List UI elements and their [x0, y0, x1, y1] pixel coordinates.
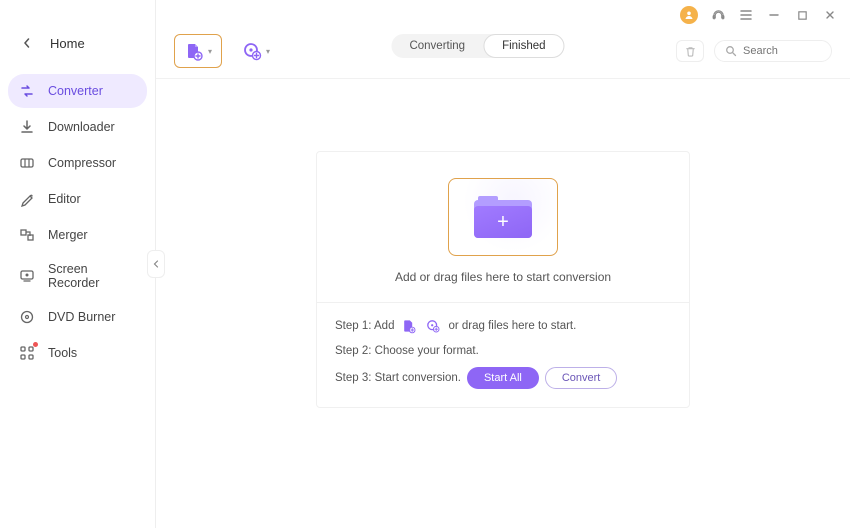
support-icon[interactable] [710, 7, 726, 23]
step3-text: Step 3: Start conversion. [335, 372, 461, 384]
menu-icon[interactable] [738, 7, 754, 23]
toolbar-center: Converting Finished [290, 34, 666, 68]
back-icon[interactable] [18, 34, 36, 52]
merger-icon [18, 226, 36, 244]
converter-icon [18, 82, 36, 100]
step2-text: Step 2: Choose your format. [335, 345, 479, 357]
sidebar-item-label: Editor [48, 192, 81, 206]
trash-button[interactable] [676, 40, 704, 62]
drop-hint: Add or drag files here to start conversi… [395, 270, 611, 284]
sidebar-item-screen-recorder[interactable]: Screen Recorder [8, 254, 147, 298]
sidebar-item-converter[interactable]: Converter [8, 74, 147, 108]
screen-recorder-icon [18, 267, 36, 285]
sidebar-header: Home [0, 28, 155, 66]
sidebar-nav: Converter Downloader Compressor Editor [0, 66, 155, 370]
step-2: Step 2: Choose your format. [335, 345, 671, 357]
sidebar-item-label: DVD Burner [48, 310, 115, 324]
add-disc-button[interactable]: ▾ [232, 34, 280, 68]
downloader-icon [18, 118, 36, 136]
chevron-down-icon: ▾ [266, 47, 270, 56]
convert-button[interactable]: Convert [545, 367, 618, 389]
step1-suffix: or drag files here to start. [448, 320, 576, 332]
add-disc-mini-icon [424, 317, 442, 335]
sidebar-item-label: Converter [48, 84, 103, 98]
sidebar: Home Converter Downloader Compressor [0, 0, 156, 528]
sidebar-item-editor[interactable]: Editor [8, 182, 147, 216]
sidebar-item-dvd-burner[interactable]: DVD Burner [8, 300, 147, 334]
add-file-mini-icon [400, 317, 418, 335]
step1-prefix: Step 1: Add [335, 320, 394, 332]
close-icon[interactable] [822, 7, 838, 23]
main-area: ▾ ▾ Converting Finished [156, 0, 850, 528]
sidebar-item-label: Merger [48, 228, 88, 242]
start-all-button[interactable]: Start All [467, 367, 539, 389]
editor-icon [18, 190, 36, 208]
tools-icon [18, 344, 36, 362]
titlebar [156, 0, 850, 26]
chevron-down-icon: ▾ [208, 47, 212, 56]
app-root: Home Converter Downloader Compressor [0, 0, 850, 528]
sidebar-item-downloader[interactable]: Downloader [8, 110, 147, 144]
maximize-icon[interactable] [794, 7, 810, 23]
content-area: + Add or drag files here to start conver… [156, 79, 850, 528]
toolbar: ▾ ▾ Converting Finished [156, 26, 850, 79]
drop-zone[interactable]: + [448, 178, 558, 256]
drop-steps: Step 1: Add or drag files here to start.… [317, 302, 689, 407]
drop-upper: + Add or drag files here to start conver… [317, 152, 689, 302]
tab-converting[interactable]: Converting [391, 34, 483, 58]
status-tabs: Converting Finished [391, 34, 564, 58]
user-avatar-icon[interactable] [680, 6, 698, 24]
sidebar-item-label: Downloader [48, 120, 115, 134]
drop-card: + Add or drag files here to start conver… [316, 151, 690, 408]
sidebar-item-tools[interactable]: Tools [8, 336, 147, 370]
search-box[interactable] [714, 40, 832, 62]
sidebar-item-label: Compressor [48, 156, 116, 170]
step-1: Step 1: Add or drag files here to start. [335, 317, 671, 335]
sidebar-item-label: Tools [48, 346, 77, 360]
search-icon [725, 45, 737, 57]
dvd-burner-icon [18, 308, 36, 326]
sidebar-item-compressor[interactable]: Compressor [8, 146, 147, 180]
compressor-icon [18, 154, 36, 172]
add-file-button[interactable]: ▾ [174, 34, 222, 68]
search-input[interactable] [743, 45, 850, 57]
toolbar-right [676, 40, 832, 62]
home-label[interactable]: Home [50, 36, 85, 51]
sidebar-item-label: Screen Recorder [48, 262, 137, 290]
sidebar-item-merger[interactable]: Merger [8, 218, 147, 252]
folder-add-icon: + [474, 196, 532, 238]
minimize-icon[interactable] [766, 7, 782, 23]
tab-finished[interactable]: Finished [483, 34, 564, 58]
step-3: Step 3: Start conversion. Start All Conv… [335, 367, 671, 389]
